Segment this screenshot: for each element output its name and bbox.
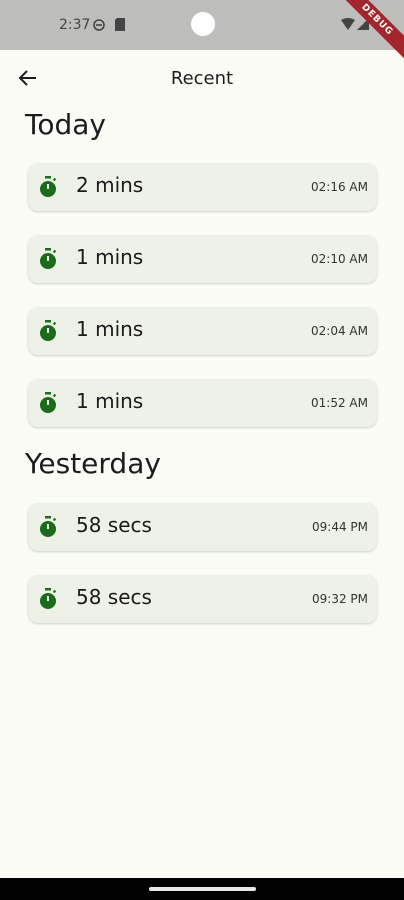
list-item[interactable]: 1 mins 02:04 AM — [28, 307, 377, 355]
list-item[interactable]: 1 mins 02:10 AM — [28, 235, 377, 283]
camera-cutout — [191, 12, 215, 36]
timestamp: 01:52 AM — [311, 396, 368, 410]
page-title: Recent — [170, 68, 234, 89]
stopwatch-icon — [40, 320, 57, 341]
duration-label: 58 secs — [76, 513, 152, 537]
section-heading-today: Today — [25, 108, 106, 141]
list-item[interactable]: 2 mins 02:16 AM — [28, 163, 377, 211]
app-bar: Recent — [0, 50, 404, 108]
stopwatch-icon — [40, 516, 57, 537]
list-item[interactable]: 58 secs 09:32 PM — [28, 575, 377, 623]
status-bar: 2:37 DEBUG — [0, 0, 404, 65]
dnd-icon — [93, 19, 105, 31]
list-item[interactable]: 1 mins 01:52 AM — [28, 379, 377, 427]
duration-label: 1 mins — [76, 317, 144, 341]
timestamp: 02:10 AM — [311, 252, 368, 266]
navigation-bar — [0, 878, 404, 900]
stopwatch-icon — [40, 176, 57, 197]
section-heading-yesterday: Yesterday — [25, 447, 161, 480]
duration-label: 2 mins — [76, 173, 144, 197]
home-indicator[interactable] — [149, 887, 256, 891]
timestamp: 02:04 AM — [311, 324, 368, 338]
timestamp: 02:16 AM — [311, 180, 368, 194]
duration-label: 58 secs — [76, 585, 152, 609]
stopwatch-icon — [40, 248, 57, 269]
stopwatch-icon — [40, 588, 57, 609]
stopwatch-icon — [40, 392, 57, 413]
timestamp: 09:44 PM — [312, 520, 368, 534]
status-time: 2:37 — [59, 17, 91, 33]
list-item[interactable]: 58 secs 09:44 PM — [28, 503, 377, 551]
timestamp: 09:32 PM — [312, 592, 368, 606]
duration-label: 1 mins — [76, 245, 144, 269]
wifi-icon — [341, 18, 355, 30]
sim-card-icon — [115, 18, 125, 31]
duration-label: 1 mins — [76, 389, 144, 413]
